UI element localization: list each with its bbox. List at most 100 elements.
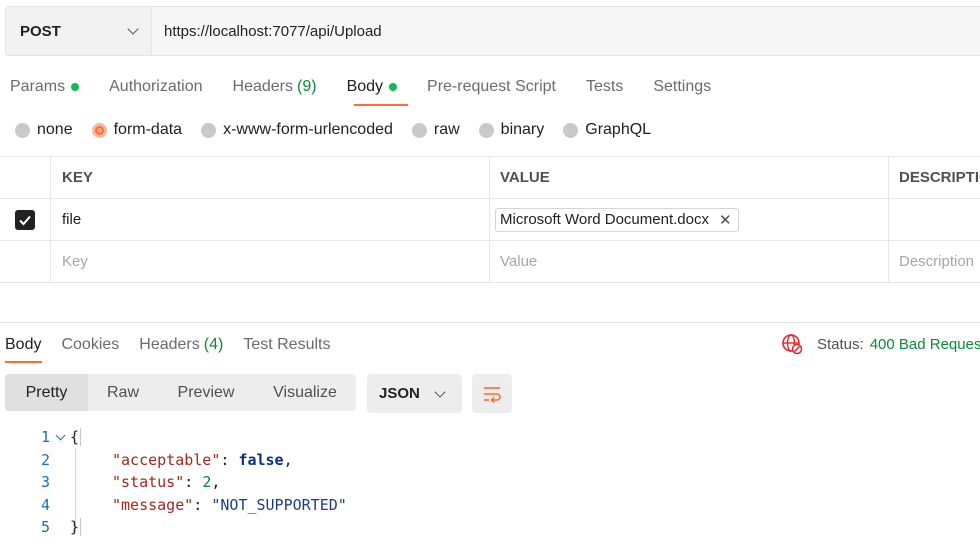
value-input[interactable]: Value	[490, 241, 889, 282]
view-pretty[interactable]: Pretty	[5, 374, 88, 411]
tab-label: Pre-request Script	[427, 78, 556, 95]
tab-body[interactable]: Body	[347, 76, 398, 98]
wrap-lines-button[interactable]	[472, 374, 512, 413]
close-icon[interactable]: ✕	[719, 211, 732, 229]
row-key-cell[interactable]: file	[51, 199, 490, 240]
radio-selected-icon	[91, 122, 107, 138]
view-visualize[interactable]: Visualize	[254, 374, 356, 411]
active-dot-icon	[71, 83, 80, 91]
table-row: file Microsoft Word Document.docx ✕	[0, 199, 980, 241]
pane-divider[interactable]	[0, 322, 980, 323]
tab-label: Cookies	[61, 336, 120, 353]
active-tab-underline	[354, 104, 408, 106]
file-chip[interactable]: Microsoft Word Document.docx ✕	[495, 207, 739, 232]
radio-binary[interactable]: binary	[478, 121, 544, 139]
fold-gutter	[50, 494, 70, 516]
tab-test-results[interactable]: Test Results	[243, 334, 330, 356]
wrap-lines-icon	[484, 386, 501, 403]
description-placeholder: Description	[899, 253, 975, 270]
fold-gutter	[50, 516, 70, 538]
tab-headers[interactable]: Headers (9)	[233, 76, 317, 98]
radio-raw[interactable]: raw	[411, 121, 460, 139]
code-line: 5 }	[0, 516, 347, 539]
row-key-text: file	[62, 211, 82, 228]
table-row-empty: Key Value Description	[0, 241, 980, 283]
view-raw[interactable]: Raw	[88, 374, 158, 411]
tab-count: (9)	[297, 78, 317, 95]
radio-graphql[interactable]: GraphQL	[563, 121, 651, 139]
code-line: 1 {	[0, 426, 347, 449]
code-line: 3 "status": 2,	[0, 471, 347, 494]
line-number: 4	[40, 495, 50, 514]
network-error-icon[interactable]	[781, 333, 803, 355]
file-name: Microsoft Word Document.docx	[500, 211, 709, 228]
radio-none[interactable]: none	[15, 121, 73, 139]
description-input[interactable]: Description	[889, 241, 980, 282]
tab-label: Test Results	[243, 336, 331, 353]
response-view-toggle: Pretty Raw Preview Visualize	[5, 374, 356, 411]
view-label: Pretty	[25, 383, 68, 401]
tab-pre-request-script[interactable]: Pre-request Script	[427, 76, 556, 98]
tab-response-headers[interactable]: Headers (4)	[139, 334, 223, 356]
json-separator: :	[184, 473, 203, 492]
tab-cookies[interactable]: Cookies	[61, 334, 119, 356]
header-value: VALUE	[490, 157, 889, 198]
radio-label: x-www-form-urlencoded	[223, 121, 393, 138]
form-data-table: KEY VALUE DESCRIPTIO file Microsoft Word…	[0, 156, 980, 283]
format-label: JSON	[379, 385, 420, 402]
url-text: https://localhost:7077/api/Upload	[164, 22, 382, 40]
chevron-down-icon	[55, 430, 65, 441]
url-bar: POST https://localhost:7077/api/Upload	[5, 6, 980, 56]
tab-response-body[interactable]: Body	[5, 334, 41, 356]
radio-label: form-data	[113, 121, 183, 138]
radio-circle-icon	[15, 122, 30, 138]
radio-circle-icon	[563, 122, 579, 138]
row-description-cell[interactable]	[889, 199, 980, 240]
header-description: DESCRIPTIO	[899, 169, 980, 186]
tab-params[interactable]: Params	[10, 76, 80, 98]
response-code: 1 { 2 "acceptable": false, 3 "status": 2…	[0, 426, 347, 539]
radio-circle-icon	[478, 122, 494, 138]
tab-tests[interactable]: Tests	[586, 76, 623, 98]
active-dot-icon	[389, 83, 398, 91]
tab-settings[interactable]: Settings	[653, 76, 711, 98]
radio-label: none	[37, 121, 73, 138]
line-number: 3	[40, 473, 50, 492]
value-placeholder: Value	[500, 253, 538, 270]
fold-toggle[interactable]	[50, 426, 70, 448]
radio-form-data[interactable]: form-data	[91, 121, 183, 139]
request-tabs: Params Authorization Headers (9) Body Pre…	[10, 76, 741, 98]
row-checkbox[interactable]	[15, 209, 35, 230]
json-separator: :	[193, 495, 212, 514]
json-value: false	[238, 450, 284, 469]
line-number: 5	[40, 518, 50, 537]
tab-authorization[interactable]: Authorization	[109, 76, 202, 98]
tab-label: Headers	[139, 336, 200, 353]
radio-urlencoded[interactable]: x-www-form-urlencoded	[201, 121, 393, 139]
line-number: 1	[40, 428, 50, 447]
checkmark-icon	[19, 215, 31, 225]
open-brace: {	[70, 428, 82, 447]
view-preview[interactable]: Preview	[158, 374, 254, 411]
code-line: 4 "message": "NOT_SUPPORTED"	[0, 494, 347, 517]
fold-gutter	[50, 449, 70, 471]
row-check-cell	[0, 241, 51, 282]
status-value[interactable]: 400 Bad Request	[870, 336, 980, 353]
json-value: 2	[202, 473, 212, 492]
key-input[interactable]: Key	[51, 241, 490, 282]
method-select[interactable]: POST	[6, 7, 152, 55]
json-comma: ,	[211, 473, 221, 492]
response-status: Status: 400 Bad Request	[781, 333, 980, 355]
json-key: "message"	[112, 495, 194, 514]
method-label: POST	[20, 22, 61, 40]
format-select[interactable]: JSON	[367, 374, 462, 413]
radio-circle-icon	[411, 122, 427, 138]
tab-label: Tests	[585, 78, 624, 95]
json-comma: ,	[283, 450, 293, 469]
tab-count: (4)	[203, 336, 224, 353]
tab-label: Authorization	[109, 78, 203, 95]
json-key: "status"	[112, 473, 185, 492]
url-input[interactable]: https://localhost:7077/api/Upload	[152, 7, 980, 55]
chevron-down-icon	[434, 385, 446, 398]
row-value-cell: Microsoft Word Document.docx ✕	[490, 199, 889, 240]
